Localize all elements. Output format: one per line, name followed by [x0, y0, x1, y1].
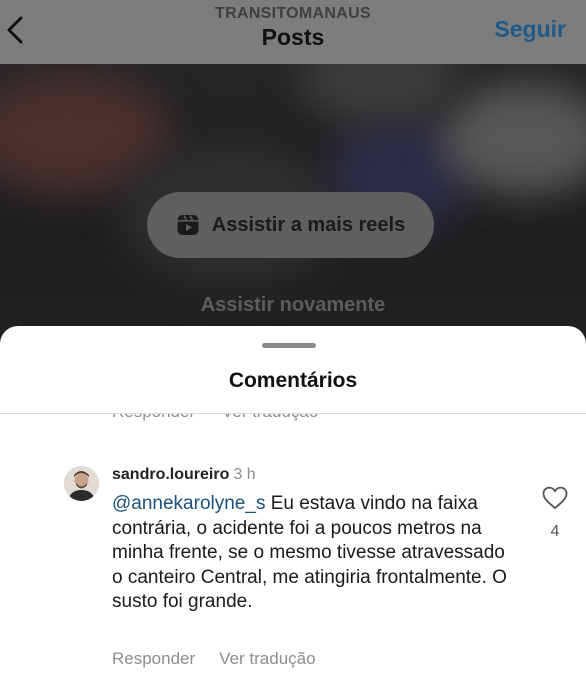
- comment-username[interactable]: sandro.loureiro: [112, 466, 229, 483]
- like-button[interactable]: [542, 486, 568, 510]
- like-count: 4: [550, 523, 560, 540]
- watch-more-reels-label: Assistir a mais reels: [211, 213, 406, 236]
- comments-title: Comentários: [228, 369, 358, 392]
- reels-icon: [177, 215, 199, 235]
- top-bar: TRANSITOMANAUS Posts Seguir: [0, 0, 586, 64]
- comment-text: @annekarolyne_s Eu estava vindo na faixa…: [112, 492, 512, 615]
- comment-header: sandro.loureiro 3 h: [112, 466, 256, 484]
- sheet-grabber[interactable]: [262, 343, 316, 348]
- comment-actions: Responder Ver tradução: [112, 649, 316, 669]
- divider: [0, 413, 586, 414]
- comment-mention[interactable]: @annekarolyne_s: [112, 493, 265, 514]
- watch-more-reels-button[interactable]: Assistir a mais reels: [147, 192, 434, 258]
- video-player[interactable]: Assistir a mais reels Assistir novamente: [0, 64, 586, 354]
- comments-sheet: Responder Ver tradução Comentários sandr…: [0, 326, 586, 698]
- video-blur-shape: [300, 64, 460, 124]
- reply-button[interactable]: Responder: [112, 649, 195, 668]
- heart-outline-icon: [542, 486, 568, 509]
- comment-time: 3 h: [233, 466, 256, 483]
- avatar-image: [64, 466, 99, 501]
- replay-button[interactable]: Assistir novamente: [0, 294, 586, 317]
- follow-button[interactable]: Seguir: [494, 16, 566, 43]
- avatar[interactable]: [64, 466, 99, 501]
- translate-button[interactable]: Ver tradução: [219, 649, 315, 668]
